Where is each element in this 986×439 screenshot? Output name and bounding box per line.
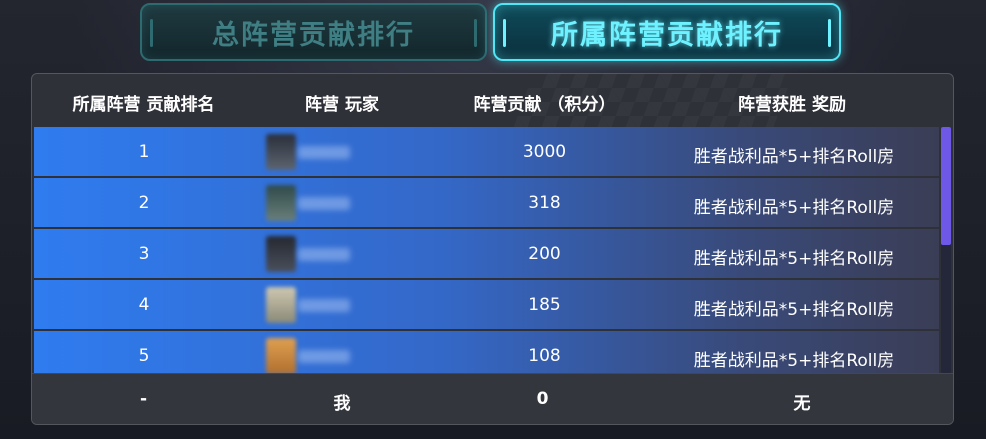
my-ranking-row: - 我 0 无 [32, 373, 953, 424]
ranking-list[interactable]: 1 3000 胜者战利品*5+排名Roll房 2 318 胜者战利品*5+排名R… [34, 127, 939, 373]
player-cell [266, 134, 386, 170]
table-row: 3 200 胜者战利品*5+排名Roll房 [34, 229, 939, 278]
header-player: 阵营 玩家 [305, 95, 379, 115]
tab-total-camp-ranking[interactable]: 总阵营贡献排行 [140, 3, 487, 61]
player-cell [266, 287, 386, 323]
my-rank-cell: - [139, 389, 148, 409]
table-row: 2 318 胜者战利品*5+排名Roll房 [34, 178, 939, 227]
score-cell: 3000 [522, 142, 567, 162]
reward-cell: 胜者战利品*5+排名Roll房 [693, 198, 895, 218]
avatar [266, 338, 296, 373]
tab-left-notch [503, 19, 506, 47]
my-score-cell: 0 [536, 389, 549, 409]
score-cell: 108 [528, 346, 561, 366]
reward-cell: 胜者战利品*5+排名Roll房 [693, 300, 895, 320]
reward-cell: 胜者战利品*5+排名Roll房 [693, 249, 895, 269]
tab-right-notch [828, 19, 831, 47]
rank-cell: 4 [138, 295, 150, 315]
reward-cell: 胜者战利品*5+排名Roll房 [693, 147, 895, 167]
player-cell [266, 236, 386, 272]
table-header: 所属阵营 贡献排名 阵营 玩家 阵营贡献 （积分） 阵营获胜 奖励 [32, 74, 953, 126]
player-cell [266, 185, 386, 221]
player-name-blurred [298, 197, 350, 210]
header-reward: 阵营获胜 奖励 [738, 95, 846, 115]
tab-right-notch [474, 19, 477, 47]
score-cell: 318 [528, 193, 561, 213]
scrollbar-thumb[interactable] [941, 127, 951, 245]
my-reward-cell: 无 [793, 394, 811, 414]
score-cell: 200 [528, 244, 561, 264]
tab-label: 所属阵营贡献排行 [551, 19, 783, 51]
tab-left-notch [150, 19, 153, 47]
header-rank: 所属阵营 贡献排名 [72, 95, 215, 115]
table-row: 1 3000 胜者战利品*5+排名Roll房 [34, 127, 939, 176]
tab-own-camp-ranking[interactable]: 所属阵营贡献排行 [493, 3, 841, 61]
player-name-blurred [298, 146, 350, 159]
my-player-cell: 我 [333, 394, 351, 414]
avatar [266, 185, 296, 221]
rank-cell: 5 [138, 346, 150, 366]
table-row: 5 108 胜者战利品*5+排名Roll房 [34, 331, 939, 373]
player-name-blurred [298, 350, 350, 363]
tab-label: 总阵营贡献排行 [212, 19, 415, 51]
rank-cell: 1 [138, 142, 150, 162]
player-cell [266, 338, 386, 373]
header-score: 阵营贡献 （积分） [473, 95, 616, 115]
reward-cell: 胜者战利品*5+排名Roll房 [693, 351, 895, 371]
table-row: 4 185 胜者战利品*5+排名Roll房 [34, 280, 939, 329]
avatar [266, 134, 296, 170]
player-name-blurred [298, 248, 350, 261]
scrollbar[interactable] [941, 127, 951, 373]
player-name-blurred [298, 299, 350, 312]
avatar [266, 287, 296, 323]
score-cell: 185 [528, 295, 561, 315]
avatar [266, 236, 296, 272]
rank-cell: 2 [138, 193, 150, 213]
ranking-panel: 所属阵营 贡献排名 阵营 玩家 阵营贡献 （积分） 阵营获胜 奖励 1 3000… [31, 73, 954, 425]
rank-cell: 3 [138, 244, 150, 264]
